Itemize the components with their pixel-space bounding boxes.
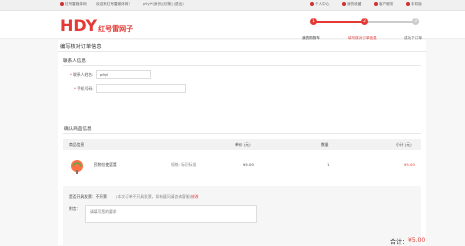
page-title: 编写核对订单信息	[60, 44, 102, 50]
product-qty: 1	[327, 162, 330, 167]
step-2-dot: 2	[361, 18, 368, 25]
contact-section-title: 联系人信息	[63, 59, 86, 64]
welcome-text: 欢迎来红号雷媒体网！	[96, 2, 132, 6]
th-goods: 商品信息	[69, 142, 85, 147]
product-subtotal: ¥5.00	[404, 162, 415, 167]
phone-label: * 手机号码:	[74, 86, 94, 91]
contact-name-label: * 联系人姓名:	[70, 72, 94, 77]
home-icon	[60, 2, 64, 6]
divider	[63, 65, 421, 66]
customer-service-link[interactable]: 客户服务	[374, 2, 393, 7]
mobile-link[interactable]: 手机版	[406, 2, 422, 7]
goods-table-header: 商品信息 单价 (元) 数量 小计 (元)	[63, 139, 421, 150]
personal-center-link[interactable]: 个人中心	[310, 2, 329, 7]
product-name[interactable]: 民物位使篮筐	[94, 162, 117, 168]
heart-icon	[342, 2, 346, 6]
product-image[interactable]	[69, 157, 85, 175]
table-row: 民物位使篮筐 规格: 标识标准 ¥5.00 1 ¥5.00	[63, 152, 421, 186]
site-name-link[interactable]: 红号雷媒体网	[60, 2, 87, 7]
header: HDY红号雷网子 1 2 3 我的购物车 填写核对订单信息 成功下订单	[0, 11, 465, 40]
divider	[63, 133, 421, 134]
invoice-label: 是否开具发票：不开票	[69, 194, 107, 199]
total-amount: ¥5.00	[408, 237, 426, 244]
step-line-1	[313, 21, 366, 23]
order-steps: 1 2 3 我的购物车 填写核对订单信息 成功下订单	[302, 18, 422, 40]
contact-name-input[interactable]: p9yl	[96, 70, 151, 79]
phone-icon	[406, 2, 410, 6]
divider	[58, 51, 426, 52]
favorites-link[interactable]: 我的收藏	[342, 2, 361, 7]
goods-section-title: 确认商品信息	[64, 127, 92, 132]
product-spec: 规格: 标识标准	[171, 162, 197, 167]
product-thumb-icon	[71, 160, 83, 174]
phone-input[interactable]	[96, 84, 186, 93]
step-3-dot: 3	[412, 18, 419, 25]
site-logo[interactable]: HDY红号雷网子	[60, 16, 133, 35]
th-qty: 数量	[321, 142, 329, 147]
th-price: 单价 (元)	[235, 142, 251, 147]
th-subtotal: 小计 (元)	[396, 142, 412, 147]
service-icon	[374, 2, 378, 6]
remark-textarea[interactable]: 请填写您的要求	[85, 205, 257, 223]
top-bar: 红号雷媒体网 欢迎来红号雷媒体网！ p9yl*(身份)[切换] (退出) 个人中…	[0, 0, 465, 11]
order-extra-block: 是否开具发票：不开票 (本次订单不开具发票，如有疑问请咨询客服) 修改 附言： …	[63, 186, 425, 246]
step-1-dot: 1	[310, 18, 317, 25]
product-price: ¥5.00	[243, 162, 254, 167]
invoice-hint: (本次订单不开具发票，如有疑问请咨询客服)	[116, 194, 192, 199]
remark-label: 附言：	[69, 206, 81, 211]
invoice-modify-link[interactable]: 修改	[191, 194, 199, 200]
user-icon	[310, 2, 314, 6]
user-info-link[interactable]: p9yl*(身份)[切换] (退出)	[143, 2, 184, 7]
order-confirm-page: 编写核对订单信息 联系人信息 * 联系人姓名: p9yl * 手机号码: 确认商…	[58, 40, 426, 246]
